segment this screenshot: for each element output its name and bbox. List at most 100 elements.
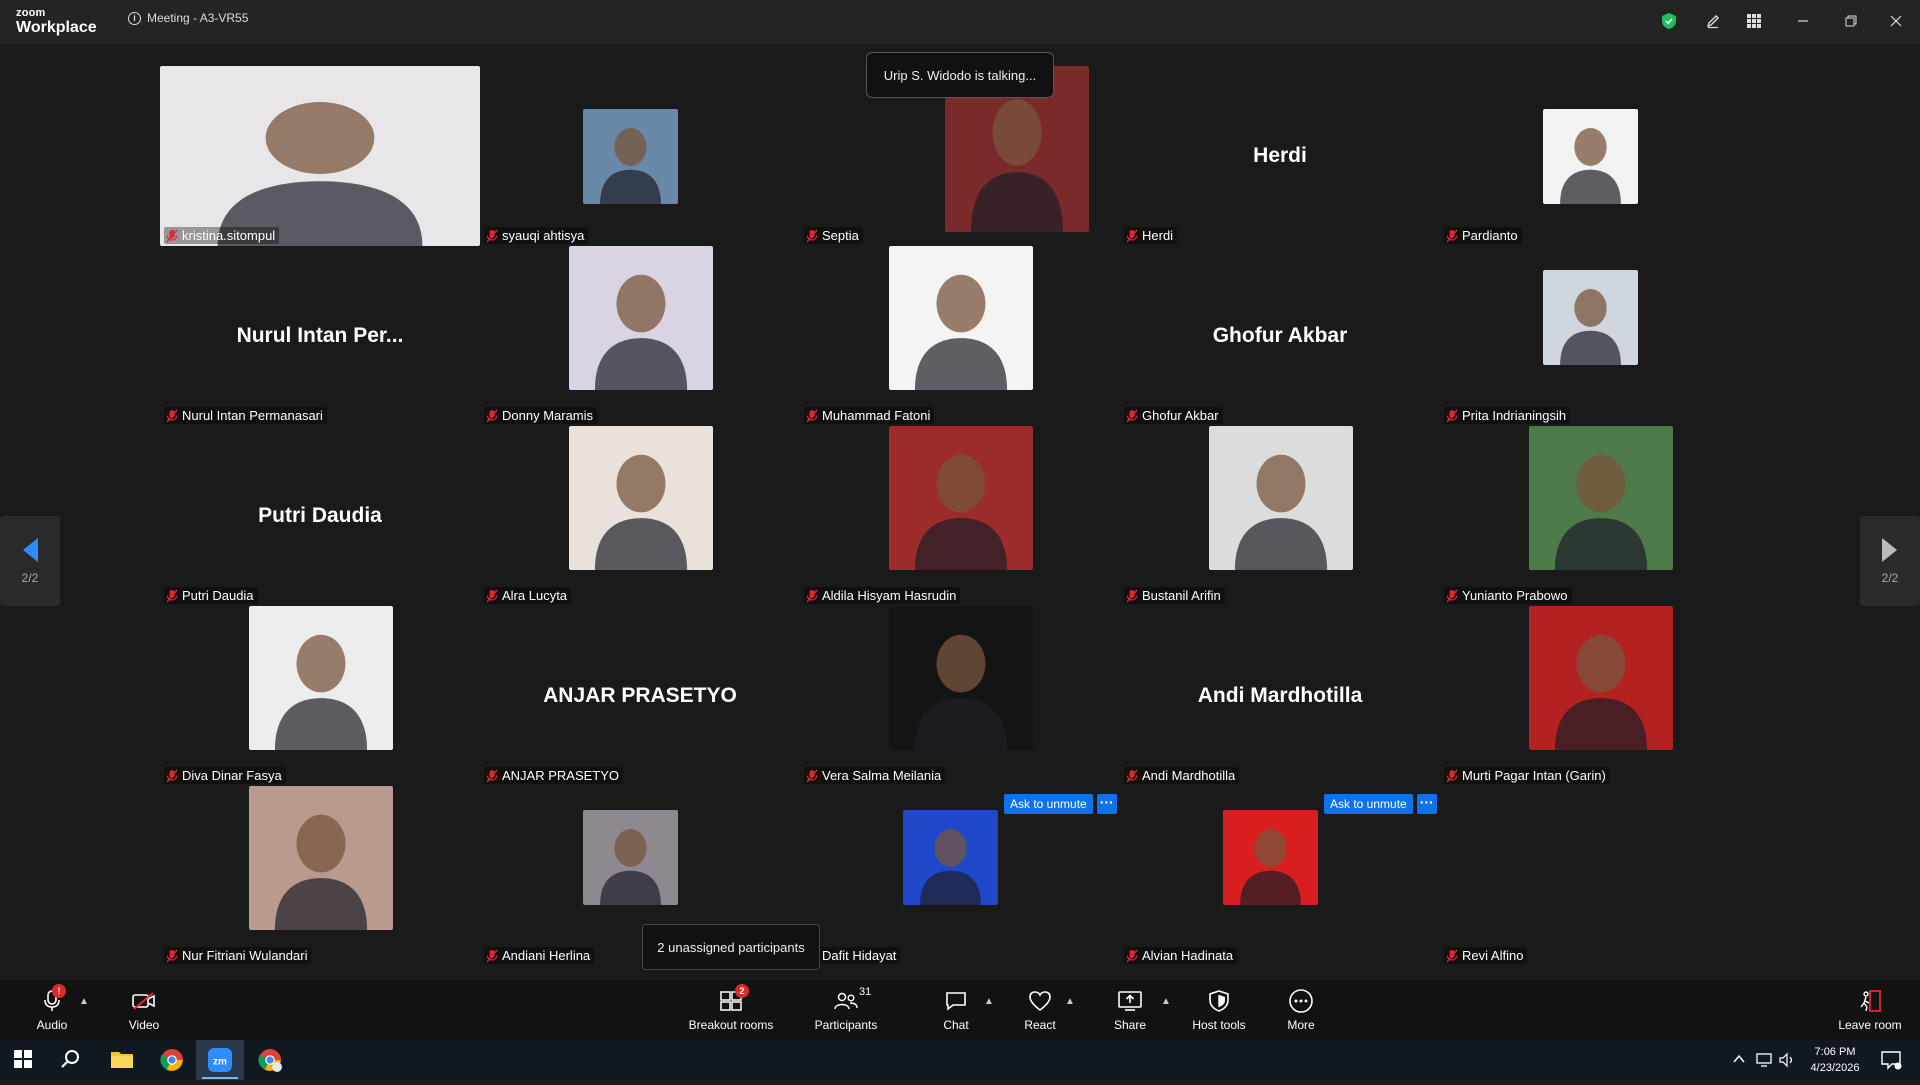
chrome-profile-icon[interactable] [258, 1048, 282, 1072]
participant-tile[interactable]: Nurul Intan Per... Nurul Intan Permanasar… [160, 246, 480, 426]
more-dots-icon [1288, 988, 1314, 1014]
mic-muted-icon [486, 589, 498, 603]
notifications-icon[interactable] [1880, 1050, 1902, 1070]
participant-tile[interactable]: Herdi Herdi [1120, 66, 1440, 246]
share-options-caret-icon[interactable]: ▲ [1161, 996, 1171, 1007]
participant-name: kristina.sitompul [182, 228, 276, 243]
system-tray-chevron-icon[interactable] [1732, 1052, 1748, 1068]
annotate-pen-icon[interactable] [1700, 10, 1726, 32]
meeting-info[interactable]: i Meeting - A3-VR55 [128, 11, 248, 25]
mic-muted-icon [1126, 229, 1138, 243]
participant-tile[interactable]: syauqi ahtisya [480, 66, 800, 246]
chat-button[interactable]: Chat [911, 988, 1001, 1032]
participant-name: Revi Alfino [1462, 948, 1524, 963]
participant-name-label: Ghofur Akbar [1124, 407, 1223, 424]
mic-muted-icon [166, 589, 178, 603]
participant-name: Pardianto [1462, 228, 1518, 243]
mic-muted-icon [1446, 769, 1458, 783]
participant-tile[interactable]: Putri Daudia Putri Daudia [160, 426, 480, 606]
taskbar-clock[interactable]: 7:06 PM 4/23/2026 [1795, 1044, 1875, 1076]
more-label: More [1287, 1018, 1315, 1032]
participant-avatar [569, 426, 713, 570]
participant-tile[interactable]: kristina.sitompul [160, 66, 480, 246]
chrome-icon[interactable] [160, 1048, 184, 1072]
minimize-icon[interactable] [1790, 10, 1816, 32]
close-icon[interactable] [1883, 10, 1909, 32]
more-button[interactable]: More [1256, 988, 1346, 1032]
participant-avatar [1529, 426, 1673, 570]
file-explorer-icon[interactable] [110, 1048, 134, 1072]
participant-tile[interactable]: Revi Alfino [1440, 786, 1760, 966]
participant-tile[interactable]: Murti Pagar Intan (Garin) [1440, 606, 1760, 786]
participant-tile[interactable]: Yunianto Prabowo [1440, 426, 1760, 606]
audio-button[interactable]: ! Audio [7, 984, 97, 1032]
participant-name-label: ANJAR PRASETYO [484, 767, 624, 784]
participant-avatar [1529, 606, 1673, 750]
zoom-workplace-logo: zoom Workplace [16, 8, 97, 36]
volume-icon[interactable] [1778, 1052, 1796, 1068]
react-options-caret-icon[interactable]: ▲ [1065, 996, 1075, 1007]
participant-name: Ghofur Akbar [1142, 408, 1219, 423]
tile-more-options-button[interactable]: ··· [1096, 794, 1117, 814]
apps-grid-icon[interactable] [1741, 10, 1767, 32]
share-button[interactable]: Share [1085, 988, 1175, 1032]
audio-options-caret-icon[interactable]: ▲ [79, 996, 89, 1007]
windows-start-icon[interactable] [12, 1048, 36, 1072]
participant-avatar [889, 606, 1033, 750]
participant-tile[interactable]: Ghofur Akbar Ghofur Akbar [1120, 246, 1440, 426]
zoom-taskbar-item[interactable]: zm [196, 1040, 244, 1080]
participant-tile[interactable]: Bustanil Arifin [1120, 426, 1440, 606]
ask-to-unmute-button[interactable]: Ask to unmute [1324, 794, 1413, 814]
mic-muted-icon [166, 409, 178, 423]
mic-muted-icon [486, 769, 498, 783]
participant-tile[interactable]: Pardianto [1440, 66, 1760, 246]
mic-muted-icon [1446, 589, 1458, 603]
participant-tile[interactable]: Nur Fitriani Wulandari [160, 786, 480, 966]
leave-room-button[interactable]: Leave room [1825, 988, 1915, 1032]
participant-tile[interactable]: Diva Dinar Fasya [160, 606, 480, 786]
participant-name: syauqi ahtisya [502, 228, 585, 243]
participant-tile[interactable]: Vera Salma Meilania [800, 606, 1120, 786]
participant-name-label: Nur Fitriani Wulandari [164, 947, 312, 964]
ask-to-unmute-group-1: Ask to unmute ··· [1004, 794, 1117, 814]
participant-display-name: Herdi [1253, 144, 1307, 167]
chat-options-caret-icon[interactable]: ▲ [984, 996, 994, 1007]
page-indicator-right: 2/2 [1881, 571, 1899, 585]
participant-tile[interactable]: Andi Mardhotilla Andi Mardhotilla [1120, 606, 1440, 786]
react-label: React [1024, 1018, 1056, 1032]
previous-page-button[interactable]: 2/2 [0, 516, 60, 606]
participant-tile[interactable]: Muhammad Fatoni [800, 246, 1120, 426]
encryption-shield-icon[interactable] [1656, 10, 1682, 32]
participant-avatar [889, 246, 1033, 390]
info-icon[interactable]: i [128, 11, 141, 25]
participant-tile[interactable]: ANJAR PRASETYO ANJAR PRASETYO [480, 606, 800, 786]
participant-tile[interactable]: Aldila Hisyam Hasrudin [800, 426, 1120, 606]
restore-icon[interactable] [1838, 10, 1864, 32]
ask-to-unmute-button[interactable]: Ask to unmute [1004, 794, 1093, 814]
participant-tile[interactable]: Prita Indrianingsih [1440, 246, 1760, 426]
mic-muted-icon [1446, 949, 1458, 963]
participant-display-name: Putri Daudia [258, 504, 382, 527]
video-button[interactable]: Video [99, 988, 189, 1032]
tile-more-options-button[interactable]: ··· [1416, 794, 1437, 814]
next-page-button[interactable]: 2/2 [1860, 516, 1920, 606]
breakout-rooms-button[interactable]: 2 Breakout rooms [686, 984, 776, 1032]
mic-muted-icon [806, 769, 818, 783]
participant-name: Andiani Herlina [502, 948, 591, 963]
host-tools-shield-icon [1208, 988, 1230, 1014]
participant-avatar [583, 810, 678, 905]
network-icon[interactable] [1756, 1052, 1774, 1068]
participant-tile[interactable]: Alra Lucyta [480, 426, 800, 606]
participants-icon: 31 [834, 986, 871, 1014]
participant-name: Vera Salma Meilania [822, 768, 942, 783]
host-tools-button[interactable]: Host tools [1174, 988, 1264, 1032]
participants-button[interactable]: 31 Participants [801, 986, 891, 1032]
svg-text:zm: zm [213, 1057, 227, 1068]
participant-name-label: Putri Daudia [164, 587, 258, 604]
title-bar: zoom Workplace i Meeting - A3-VR55 [0, 0, 1920, 44]
mic-muted-icon [1446, 229, 1458, 243]
react-button[interactable]: React [995, 988, 1085, 1032]
search-icon[interactable] [60, 1048, 84, 1072]
mic-muted-icon [486, 949, 498, 963]
participant-tile[interactable]: Donny Maramis [480, 246, 800, 426]
